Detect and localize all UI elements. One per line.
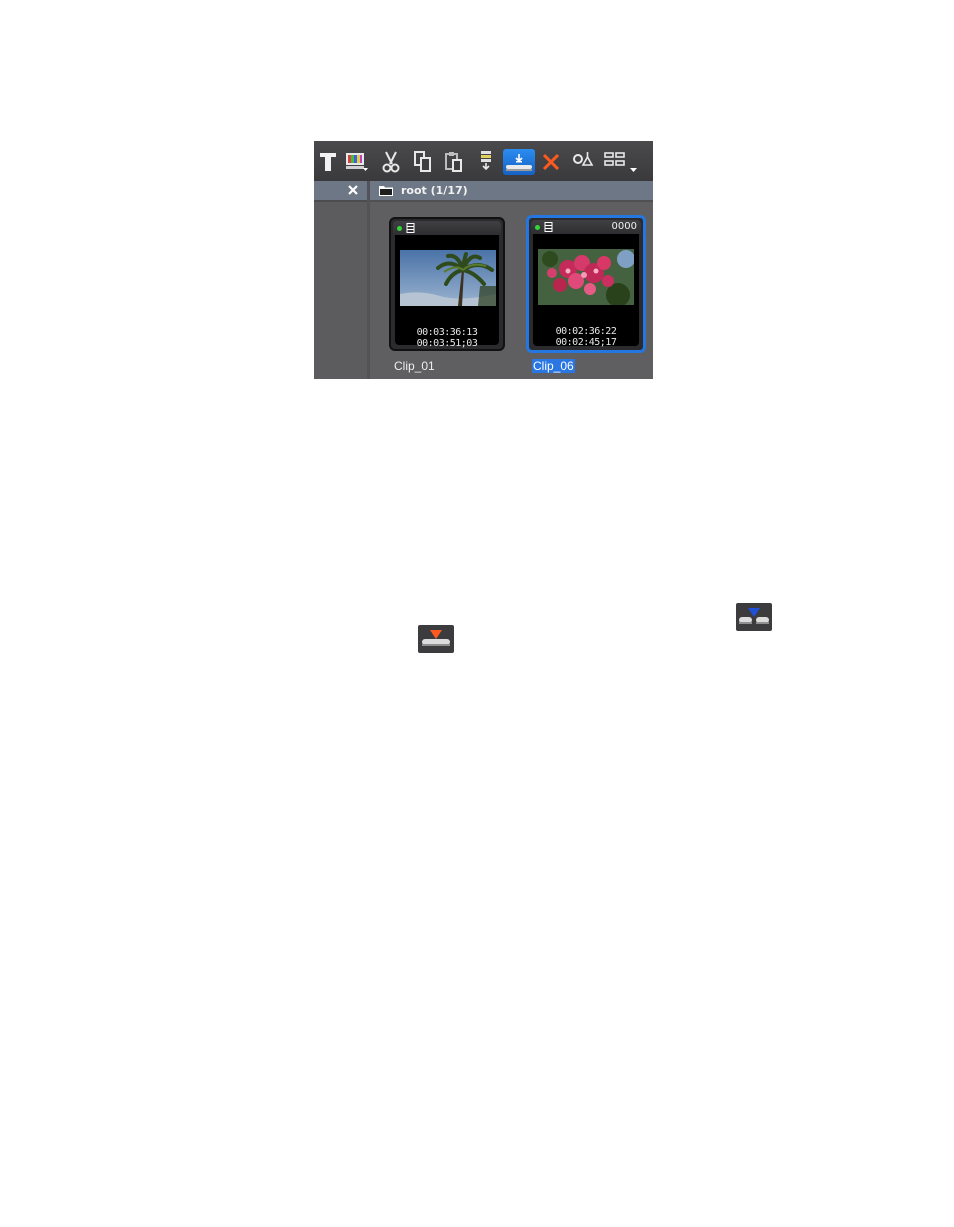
bin-window: root (1/17) 00:03:36:13 00:03:51;03 Clip…: [314, 141, 653, 379]
close-icon[interactable]: [345, 182, 361, 198]
path-label: root (1/17): [401, 184, 468, 197]
delete-icon[interactable]: [538, 149, 564, 175]
properties-icon[interactable]: [570, 149, 596, 175]
clip-card-selected[interactable]: 0000 00:02:36:22 00:02:45;17: [526, 215, 646, 353]
overwrite-to-timeline-icon[interactable]: [503, 149, 535, 175]
video-clip-icon: [544, 222, 553, 232]
clip-name[interactable]: Clip_01: [394, 359, 435, 373]
video-clip-icon: [406, 223, 415, 233]
clip-thumbnail: [538, 249, 634, 305]
insert-to-timeline-icon[interactable]: [473, 149, 499, 175]
timecode-in: 00:03:36:13: [416, 327, 478, 338]
clip-card[interactable]: 00:03:36:13 00:03:51;03: [389, 217, 505, 351]
timecode-in: 00:02:36:22: [555, 326, 617, 337]
timecode-out: 00:02:45;17: [555, 337, 617, 348]
overwrite-mode-icon: [418, 625, 454, 653]
clip-view: root (1/17) 00:03:36:13 00:03:51;03 Clip…: [370, 181, 653, 379]
title-icon[interactable]: [315, 149, 341, 175]
clip-name-selected[interactable]: Clip_06: [532, 359, 575, 373]
insert-mode-icon: [736, 603, 772, 631]
clip-body: 00:02:36:22 00:02:45;17: [533, 234, 639, 348]
paste-icon[interactable]: [441, 149, 467, 175]
folder-icon: [379, 186, 393, 196]
path-bar: root (1/17): [370, 181, 653, 200]
online-status-icon: [397, 226, 402, 231]
clip-body: 00:03:36:13 00:03:51;03: [395, 235, 499, 349]
online-status-icon: [535, 225, 540, 230]
clip-header: [393, 221, 501, 235]
folder-pane-header: [314, 181, 367, 200]
bin-toolbar: [314, 141, 653, 181]
clip-header: 0000: [531, 220, 641, 234]
path-bar-divider: [370, 200, 653, 202]
color-bars-icon[interactable]: [344, 149, 370, 175]
view-mode-icon[interactable]: [602, 149, 642, 175]
folder-pane-divider: [314, 200, 367, 202]
clip-badge: 0000: [611, 221, 637, 232]
timecode-out: 00:03:51;03: [416, 338, 478, 349]
clip-thumbnail: [400, 250, 496, 306]
copy-icon[interactable]: [410, 149, 436, 175]
cut-icon[interactable]: [378, 149, 404, 175]
